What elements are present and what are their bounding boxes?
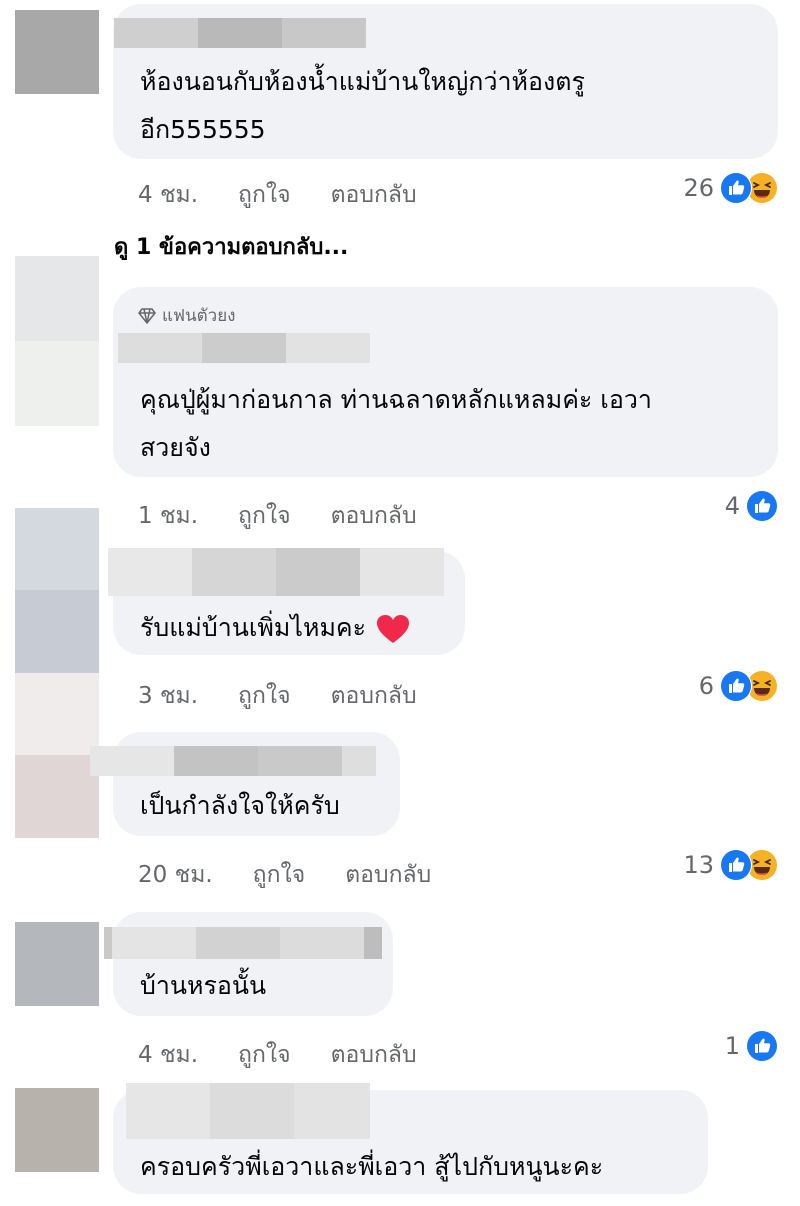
comment-text-line: ครอบครัวพี่เอวาและพี่เอวา สู้ไปกับหนูนะค…: [140, 1152, 604, 1181]
comment-text-line: อีก555555: [140, 115, 266, 144]
like-button[interactable]: ถูกใจ: [238, 177, 291, 213]
reaction-count: 1: [724, 1032, 740, 1060]
comment-text-line: รับแม่บ้านเพิ่มไหมคะ: [140, 602, 410, 654]
reaction-count: 13: [683, 851, 714, 879]
commenter-name-blurred[interactable]: [126, 1083, 370, 1139]
avatar[interactable]: [15, 256, 99, 426]
like-button[interactable]: ถูกใจ: [253, 857, 306, 893]
comment-text: รับแม่บ้านเพิ่มไหมคะ: [140, 613, 367, 642]
commenter-name-blurred[interactable]: [90, 746, 376, 776]
avatar[interactable]: [15, 1088, 99, 1172]
like-icon: [720, 172, 752, 204]
reaction-summary[interactable]: 1: [725, 1030, 778, 1062]
reaction-summary[interactable]: 4: [725, 490, 778, 522]
like-icon: [746, 1030, 778, 1062]
like-button[interactable]: ถูกใจ: [238, 1037, 291, 1073]
like-button[interactable]: ถูกใจ: [238, 498, 291, 534]
heart-icon: [377, 615, 410, 643]
like-icon: [720, 670, 752, 702]
reaction-summary[interactable]: 6: [699, 670, 778, 702]
view-replies-link[interactable]: ดู 1 ข้อความตอบกลับ...: [114, 229, 348, 264]
comment-actions: 4 ชม. ถูกใจ ตอบกลับ: [138, 1037, 417, 1073]
reaction-summary[interactable]: 26: [683, 172, 778, 204]
reply-button[interactable]: ตอบกลับ: [331, 177, 417, 213]
comment-text-line: ห้องนอนกับห้องน้ำแม่บ้านใหญ่กว่าห้องตรู: [140, 67, 585, 96]
commenter-name-blurred[interactable]: [108, 548, 444, 596]
reply-button[interactable]: ตอบกลับ: [331, 498, 417, 534]
comment-actions: 20 ชม. ถูกใจ ตอบกลับ: [138, 857, 431, 893]
reply-button[interactable]: ตอบกลับ: [331, 678, 417, 714]
avatar[interactable]: [15, 508, 99, 673]
comment-actions: 1 ชม. ถูกใจ ตอบกลับ: [138, 498, 417, 534]
reaction-summary[interactable]: 13: [683, 849, 778, 881]
commenter-name-blurred[interactable]: [114, 18, 366, 48]
avatar[interactable]: [15, 922, 99, 1006]
reply-button[interactable]: ตอบกลับ: [345, 857, 431, 893]
like-button[interactable]: ถูกใจ: [238, 678, 291, 714]
commenter-name-blurred[interactable]: [118, 333, 370, 363]
comment-text-line: สวยจัง: [140, 433, 211, 462]
badge-label: แฟนตัวยง: [162, 306, 236, 326]
comment-time[interactable]: 4 ชม.: [138, 1037, 198, 1073]
reply-button[interactable]: ตอบกลับ: [331, 1037, 417, 1073]
like-icon: [720, 849, 752, 881]
comment-time[interactable]: 1 ชม.: [138, 498, 198, 534]
comment-time[interactable]: 4 ชม.: [138, 177, 198, 213]
avatar[interactable]: [15, 10, 99, 94]
top-fan-badge: แฟนตัวยง: [138, 302, 235, 329]
comment-time[interactable]: 3 ชม.: [138, 678, 198, 714]
comment-text-line: บ้านหรอนั้น: [140, 971, 267, 1000]
reaction-count: 26: [683, 174, 714, 202]
comment-text-line: คุณปู่ผู้มาก่อนกาล ท่านฉลาดหลักแหลมค่ะ เ…: [140, 385, 652, 414]
commenter-name-blurred[interactable]: [104, 927, 382, 959]
avatar[interactable]: [15, 673, 99, 838]
comment-text-line: เป็นกำลังใจให้ครับ: [140, 791, 340, 820]
comment-actions: 3 ชม. ถูกใจ ตอบกลับ: [138, 678, 417, 714]
reaction-count: 4: [724, 492, 740, 520]
comment-actions: 4 ชม. ถูกใจ ตอบกลับ: [138, 177, 417, 213]
comment-time[interactable]: 20 ชม.: [138, 857, 213, 893]
diamond-icon: [138, 307, 156, 324]
like-icon: [746, 490, 778, 522]
reaction-count: 6: [698, 672, 714, 700]
